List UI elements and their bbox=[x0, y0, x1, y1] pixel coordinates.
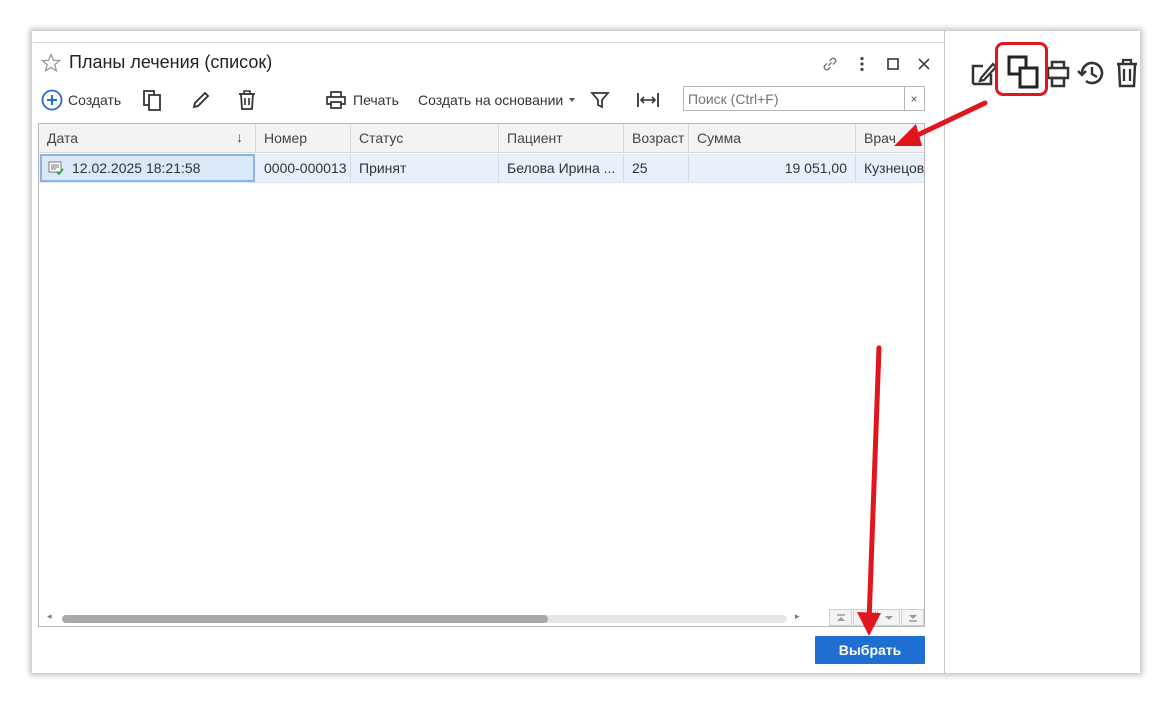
copy-button[interactable] bbox=[141, 85, 163, 115]
print-label: Печать bbox=[353, 92, 399, 108]
grid-header: Дата ↓ Номер Статус Пациент Возраст Сумм… bbox=[39, 124, 924, 153]
star-icon[interactable] bbox=[40, 52, 62, 73]
cell-date-text: 12.02.2025 18:21:58 bbox=[72, 160, 201, 176]
cell-date[interactable]: 12.02.2025 18:21:58 bbox=[40, 154, 255, 182]
list-window: Планы лечения (список) Создать Печать Со… bbox=[33, 42, 944, 672]
column-header-doctor[interactable]: Врач bbox=[856, 124, 924, 153]
column-header-date-label: Дата bbox=[47, 130, 79, 146]
delete-icon[interactable] bbox=[1114, 56, 1140, 90]
fit-width-icon bbox=[637, 93, 659, 107]
cell-age[interactable]: 25 bbox=[624, 154, 689, 182]
create-based-label: Создать на основании bbox=[418, 92, 564, 108]
printer-icon bbox=[326, 91, 346, 109]
column-header-date[interactable]: Дата ↓ bbox=[39, 124, 256, 153]
documents-grid: Дата ↓ Номер Статус Пациент Возраст Сумм… bbox=[38, 123, 925, 627]
scroll-right-icon[interactable]: ▸ bbox=[795, 611, 800, 622]
command-bar: Создать Печать Создать на основании × bbox=[33, 85, 944, 115]
scroll-left-icon[interactable]: ◂ bbox=[47, 611, 52, 622]
plus-circle-icon bbox=[41, 89, 63, 111]
table-row[interactable]: 12.02.2025 18:21:58 0000-000013 Принят Б… bbox=[39, 154, 924, 183]
edit-icon[interactable] bbox=[968, 55, 998, 91]
trash-icon bbox=[239, 90, 255, 110]
create-label: Создать bbox=[68, 92, 122, 108]
edit-button[interactable] bbox=[190, 85, 212, 115]
window-title-bar: Планы лечения (список) bbox=[33, 51, 944, 77]
column-header-sum[interactable]: Сумма bbox=[689, 124, 856, 153]
go-down-button[interactable] bbox=[877, 609, 900, 626]
column-header-age[interactable]: Возраст bbox=[624, 124, 689, 153]
create-button[interactable]: Создать bbox=[41, 85, 121, 115]
scroll-thumb[interactable] bbox=[62, 615, 548, 623]
column-header-status[interactable]: Статус bbox=[351, 124, 499, 153]
pencil-icon bbox=[192, 91, 210, 109]
copy-icon bbox=[143, 90, 161, 111]
delete-button[interactable] bbox=[238, 85, 256, 115]
go-last-icon bbox=[908, 614, 917, 622]
window-title: Планы лечения (список) bbox=[69, 52, 273, 72]
go-last-button[interactable] bbox=[901, 609, 924, 626]
filter-button[interactable] bbox=[590, 85, 610, 115]
caret-down-icon bbox=[569, 98, 576, 102]
form-divider bbox=[944, 31, 945, 673]
go-up-button[interactable] bbox=[853, 609, 876, 626]
cell-patient[interactable]: Белова Ирина ... bbox=[499, 154, 624, 182]
more-icon[interactable] bbox=[851, 53, 873, 75]
cell-sum[interactable]: 19 051,00 bbox=[689, 154, 856, 182]
close-icon[interactable] bbox=[913, 53, 935, 75]
select-button[interactable]: Выбрать bbox=[815, 636, 925, 664]
sort-down-icon: ↓ bbox=[236, 129, 243, 145]
posted-document-icon bbox=[48, 161, 64, 178]
horizontal-scrollbar[interactable]: ◂ ▸ bbox=[39, 608, 924, 626]
search-input[interactable] bbox=[683, 86, 905, 111]
history-icon[interactable] bbox=[1076, 57, 1106, 89]
fit-width-button[interactable] bbox=[636, 85, 660, 115]
link-icon[interactable] bbox=[819, 53, 841, 75]
maximize-icon[interactable] bbox=[882, 53, 904, 75]
go-down-icon bbox=[884, 615, 893, 620]
filter-icon bbox=[590, 92, 610, 109]
cell-status[interactable]: Принят bbox=[351, 154, 499, 182]
go-up-icon bbox=[860, 615, 869, 620]
column-header-patient[interactable]: Пациент bbox=[499, 124, 624, 153]
create-based-dropdown[interactable]: Создать на основании bbox=[418, 85, 577, 115]
go-first-button[interactable] bbox=[829, 609, 852, 626]
print-button[interactable]: Печать bbox=[325, 85, 399, 115]
search-clear-button[interactable]: × bbox=[904, 86, 925, 111]
cell-number[interactable]: 0000-000013 bbox=[256, 154, 351, 182]
cell-doctor[interactable]: Кузнецова bbox=[856, 154, 924, 182]
copy-highlight-box bbox=[995, 42, 1048, 96]
column-header-number[interactable]: Номер bbox=[256, 124, 351, 153]
print-icon[interactable] bbox=[1046, 57, 1070, 89]
go-first-icon bbox=[836, 613, 845, 621]
